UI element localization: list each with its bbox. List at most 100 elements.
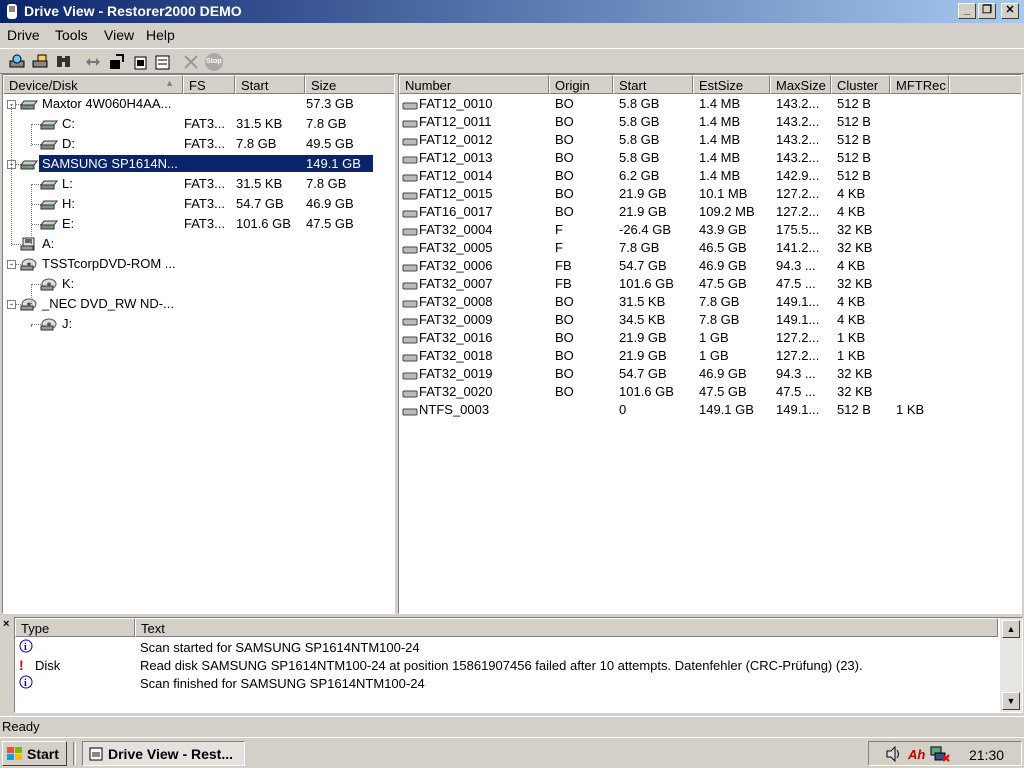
properties-icon[interactable] (153, 52, 173, 72)
partition-row[interactable]: FAT32_0004 F -26.4 GB 43.9 GB 175.5... 32 KB (399, 221, 1019, 239)
log-text: Scan finished for SAMSUNG SP1614NTM100-2… (140, 676, 425, 691)
search-icon[interactable] (54, 52, 74, 72)
tree-item[interactable]: A: (3, 234, 394, 254)
minimize-button[interactable]: _ (958, 3, 976, 19)
partition-icon (40, 137, 58, 150)
col-fs[interactable]: FS (183, 75, 235, 94)
tree-item[interactable]: J: (3, 314, 394, 334)
col-device-disk[interactable]: Device/Disk ▲ (3, 75, 183, 94)
device-name: L: (62, 176, 73, 191)
partition-row[interactable]: FAT32_0007 FB 101.6 GB 47.5 GB 47.5 ... 32 KB (399, 275, 1019, 293)
tree-item[interactable]: - Maxtor 4W060H4AA... 57.3 GB (3, 94, 394, 114)
partition-row[interactable]: FAT32_0020 BO 101.6 GB 47.5 GB 47.5 ... 32 KB (399, 383, 1019, 401)
menu-drive[interactable]: Drive (7, 27, 40, 43)
tree-item[interactable]: D: FAT3... 7.8 GB 49.5 GB (3, 134, 394, 154)
tree-item[interactable]: - TSSTcorpDVD-ROM ... (3, 254, 394, 274)
partition-row[interactable]: FAT32_0008 BO 31.5 KB 7.8 GB 149.1... 4 KB (399, 293, 1019, 311)
title-bar[interactable]: Drive View - Restorer2000 DEMO _ ❐ ✕ (0, 0, 1024, 23)
cell-cluster: 4 KB (837, 186, 866, 201)
cell-cluster: 512 B (837, 132, 871, 147)
menu-help[interactable]: Help (146, 27, 175, 43)
col-maxsize[interactable]: MaxSize (770, 75, 831, 94)
partition-row[interactable]: FAT32_0009 BO 34.5 KB 7.8 GB 149.1... 4 KB (399, 311, 1019, 329)
col-start[interactable]: Start (235, 75, 305, 94)
col-text[interactable]: Text (135, 618, 998, 637)
partition-list-pane[interactable]: Number Origin Start EstSize MaxSize Clus… (398, 74, 1022, 614)
collapse-icon[interactable]: - (7, 260, 16, 269)
partition-row[interactable]: FAT12_0014 BO 6.2 GB 1.4 MB 142.9... 512 B (399, 167, 1019, 185)
antivirus-icon[interactable]: Ah (907, 746, 927, 762)
col-size[interactable]: Size (305, 75, 394, 94)
export-icon[interactable] (131, 52, 151, 72)
cell-cluster: 512 B (837, 168, 871, 183)
partition-row[interactable]: FAT32_0006 FB 54.7 GB 46.9 GB 94.3 ... 4 KB (399, 257, 1019, 275)
cell-cluster: 4 KB (837, 312, 866, 327)
open-file-icon[interactable] (107, 52, 127, 72)
partition-row[interactable]: FAT32_0019 BO 54.7 GB 46.9 GB 94.3 ... 32 KB (399, 365, 1019, 383)
log-row[interactable]: i Scan started for SAMSUNG SP1614NTM100-2… (15, 639, 995, 657)
device-tree-pane[interactable]: Device/Disk ▲ FS Start Size - Maxtor 4W060… (2, 74, 395, 614)
scan-settings-icon[interactable] (31, 52, 51, 72)
network-disconnected-icon[interactable] (929, 745, 951, 763)
tree-item[interactable]: L: FAT3... 31.5 KB 7.8 GB (3, 174, 394, 194)
menu-view[interactable]: View (104, 27, 134, 43)
tree-item[interactable]: - _NEC DVD_RW ND-... (3, 294, 394, 314)
col-mftrec[interactable]: MFTRec (890, 75, 949, 94)
scan-drive-icon[interactable] (8, 52, 28, 72)
task-drive-view[interactable]: Drive View - Rest... (82, 741, 245, 766)
stop-button[interactable]: Stop (204, 52, 224, 72)
log-row[interactable]: i Scan finished for SAMSUNG SP1614NTM100-… (15, 675, 995, 693)
menu-tools[interactable]: Tools (55, 27, 88, 43)
swap-icon[interactable] (83, 52, 103, 72)
cell-number: FAT32_0016 (419, 330, 493, 345)
col-origin[interactable]: Origin (549, 75, 613, 94)
close-button[interactable]: ✕ (1001, 3, 1019, 19)
partition-row[interactable]: FAT12_0015 BO 21.9 GB 10.1 MB 127.2... 4 KB (399, 185, 1019, 203)
col-estsize[interactable]: EstSize (693, 75, 770, 94)
restore-button[interactable]: ❐ (978, 3, 996, 19)
log-scrollbar[interactable]: ▲ ▼ (1000, 618, 1022, 712)
tree-item[interactable]: K: (3, 274, 394, 294)
col-number[interactable]: Number (399, 75, 549, 94)
cell-cluster: 4 KB (837, 258, 866, 273)
partition-icon (402, 369, 418, 381)
partition-icon (402, 261, 418, 273)
col-start[interactable]: Start (613, 75, 693, 94)
tree-item[interactable]: C: FAT3... 31.5 KB 7.8 GB (3, 114, 394, 134)
partition-row[interactable]: FAT12_0011 BO 5.8 GB 1.4 MB 143.2... 512 B (399, 113, 1019, 131)
partition-row[interactable]: FAT12_0013 BO 5.8 GB 1.4 MB 143.2... 512 B (399, 149, 1019, 167)
tree-item[interactable]: H: FAT3... 54.7 GB 46.9 GB (3, 194, 394, 214)
cell-origin: BO (555, 348, 574, 363)
partition-row[interactable]: FAT32_0005 F 7.8 GB 46.5 GB 141.2... 32 KB (399, 239, 1019, 257)
cdrom-icon (40, 277, 57, 291)
drive-view-app-icon (89, 747, 103, 761)
partition-row[interactable]: FAT16_0017 BO 21.9 GB 109.2 MB 127.2... 4 KB (399, 203, 1019, 221)
device-size: 7.8 GB (306, 176, 347, 191)
partition-icon (40, 117, 58, 130)
col-cluster[interactable]: Cluster (831, 75, 890, 94)
device-name: D: (62, 136, 75, 151)
scroll-up-icon[interactable]: ▲ (1002, 620, 1020, 638)
scroll-down-icon[interactable]: ▼ (1002, 692, 1020, 710)
partition-row[interactable]: FAT32_0018 BO 21.9 GB 1 GB 127.2... 1 KB (399, 347, 1019, 365)
log-row[interactable]: ! Disk Read disk SAMSUNG SP1614NTM100-24 a… (15, 657, 995, 675)
window-title: Drive View - Restorer2000 DEMO (24, 3, 242, 19)
close-log-icon[interactable]: × (3, 618, 9, 630)
log-list[interactable]: Type Text i Scan started for SAMSUNG SP16… (14, 617, 1023, 713)
tree-item[interactable]: E: FAT3... 101.6 GB 47.5 GB (3, 214, 394, 234)
cell-start: 7.8 GB (619, 240, 660, 255)
cell-start: -26.4 GB (619, 222, 672, 237)
start-button[interactable]: Start (2, 741, 67, 766)
partition-row[interactable]: NTFS_0003 0 149.1 GB 149.1... 512 B 1 KB (399, 401, 1019, 419)
tree-item[interactable]: - SAMSUNG SP1614N... 149.1 GB (3, 154, 394, 174)
partition-row[interactable]: FAT32_0016 BO 21.9 GB 1 GB 127.2... 1 KB (399, 329, 1019, 347)
col-type[interactable]: Type (15, 618, 135, 637)
cdrom-icon (40, 317, 57, 331)
cancel-icon[interactable] (181, 52, 201, 72)
partition-row[interactable]: FAT12_0012 BO 5.8 GB 1.4 MB 143.2... 512 B (399, 131, 1019, 149)
cell-cluster: 32 KB (837, 276, 873, 291)
collapse-icon[interactable]: - (7, 300, 16, 309)
partition-row[interactable]: FAT12_0010 BO 5.8 GB 1.4 MB 143.2... 512 B (399, 95, 1019, 113)
cell-maxsize: 141.2... (776, 240, 820, 255)
volume-icon[interactable] (885, 746, 903, 762)
